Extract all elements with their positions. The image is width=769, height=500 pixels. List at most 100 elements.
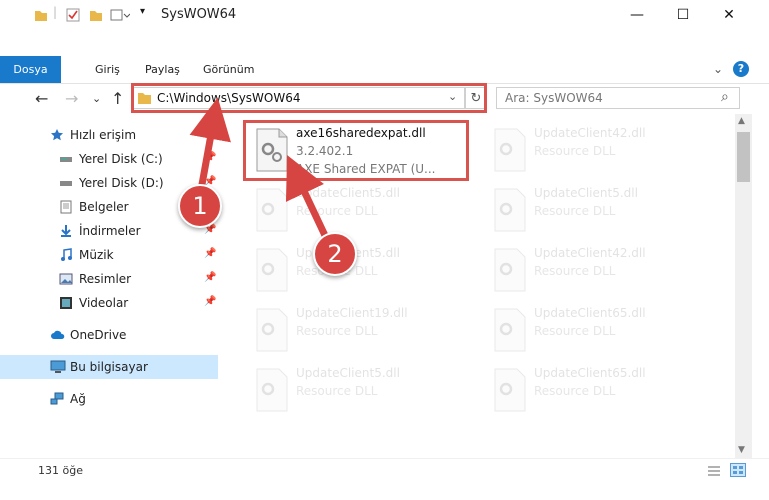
documents-icon — [60, 200, 72, 214]
network-icon — [50, 392, 64, 405]
sidebar-item-label: Yerel Disk (D:) — [79, 176, 164, 190]
file-name: UpdateClient5.dll — [534, 186, 638, 200]
file-name: UpdateClient5.dll — [296, 366, 400, 380]
file-item[interactable]: UpdateClient5.dll Resource DLL — [484, 180, 709, 238]
pin-icon[interactable]: 📌 — [204, 296, 216, 307]
sidebar-item-label: Bu bilgisayar — [70, 360, 148, 374]
file-type: Resource DLL — [296, 324, 378, 338]
forward-button[interactable]: → — [65, 89, 78, 108]
scrollbar-thumb[interactable] — [737, 132, 750, 182]
sidebar-item-this-pc[interactable]: Bu bilgisayar — [0, 355, 218, 379]
pin-icon[interactable]: 📌 — [204, 272, 216, 283]
tab-share[interactable]: Paylaş — [145, 56, 180, 83]
dll-file-icon — [256, 368, 288, 412]
cloud-icon — [51, 330, 65, 339]
window-title: SysWOW64 — [161, 7, 237, 22]
drive-icon — [60, 181, 72, 186]
downloads-icon — [61, 225, 71, 237]
file-name: UpdateClient5.dll — [296, 186, 400, 200]
ribbon-expand-icon[interactable]: ⌄ — [713, 56, 723, 83]
file-name: UpdateClient42.dll — [534, 126, 646, 140]
sidebar-item-drive-c[interactable]: Yerel Disk (C:) 📌 — [0, 147, 218, 171]
videos-icon — [60, 297, 72, 309]
dll-file-icon — [494, 308, 526, 352]
pin-icon[interactable]: 📌 — [204, 248, 216, 259]
file-type: Resource DLL — [534, 324, 616, 338]
dll-file-icon — [494, 128, 526, 172]
maximize-button[interactable]: ☐ — [660, 0, 706, 30]
title-bar: | ▾ SysWOW64 — ☐ ✕ — [0, 0, 769, 30]
dll-file-icon — [494, 368, 526, 412]
pin-icon[interactable]: 📌 — [204, 152, 216, 163]
file-type: Resource DLL — [296, 384, 378, 398]
file-type: Resource DLL — [296, 204, 378, 218]
dll-file-icon — [256, 248, 288, 292]
music-icon — [61, 248, 72, 261]
details-view-icon[interactable] — [707, 465, 721, 477]
item-count: 131 öğe — [38, 464, 83, 477]
tab-file[interactable]: Dosya — [0, 56, 61, 83]
scroll-down-icon[interactable]: ▼ — [738, 445, 745, 455]
navigation-pane: Hızlı erişim Yerel Disk (C:) 📌 Yerel Dis… — [0, 118, 220, 458]
address-highlight-box — [131, 83, 487, 113]
tiles-view-icon[interactable] — [730, 463, 746, 477]
file-item[interactable]: UpdateClient42.dll Resource DLL — [484, 120, 709, 178]
close-button[interactable]: ✕ — [706, 0, 752, 30]
file-item[interactable]: UpdateClient5.dll Resource DLL — [246, 360, 471, 418]
dll-file-icon — [494, 248, 526, 292]
help-icon[interactable]: ? — [733, 61, 749, 77]
dll-file-icon — [256, 188, 288, 232]
dll-file-icon — [494, 188, 526, 232]
vertical-scrollbar[interactable]: ▲ ▼ — [735, 114, 752, 458]
sidebar-item-network[interactable]: Ağ — [0, 387, 218, 411]
drive-icon — [60, 157, 72, 162]
star-icon — [51, 129, 63, 141]
file-highlight-box — [243, 120, 469, 181]
step-badge-1: 1 — [178, 184, 222, 228]
file-item[interactable]: UpdateClient5.dll Resource DLL — [246, 240, 471, 298]
search-icon[interactable]: ⌕ — [721, 89, 729, 105]
file-type: Resource DLL — [534, 264, 616, 278]
sidebar-item-label: Belgeler — [79, 200, 129, 214]
sidebar-item-label: Hızlı erişim — [70, 128, 137, 142]
minimize-button[interactable]: — — [614, 0, 660, 30]
dll-file-icon — [256, 308, 288, 352]
file-name: UpdateClient42.dll — [534, 246, 646, 260]
search-placeholder: Ara: SysWOW64 — [505, 91, 603, 105]
recent-locations-button[interactable]: ⌄ — [92, 92, 101, 105]
folder-icon — [35, 11, 47, 21]
tab-home[interactable]: Giriş — [95, 56, 120, 83]
file-item[interactable]: UpdateClient65.dll Resource DLL — [484, 300, 709, 358]
sidebar-item-label: OneDrive — [70, 328, 127, 342]
sidebar-item-label: İndirmeler — [79, 224, 141, 238]
properties-icon[interactable] — [66, 8, 80, 22]
file-item[interactable]: UpdateClient42.dll Resource DLL — [484, 240, 709, 298]
up-button[interactable]: ↑ — [111, 89, 124, 108]
file-type: Resource DLL — [534, 384, 616, 398]
sidebar-item-label: Müzik — [79, 248, 114, 262]
sidebar-item-label: Resimler — [79, 272, 132, 286]
scroll-up-icon[interactable]: ▲ — [738, 116, 745, 126]
sidebar-item-music[interactable]: Müzik 📌 — [0, 243, 218, 267]
file-name: UpdateClient19.dll — [296, 306, 408, 320]
tab-view[interactable]: Görünüm — [203, 56, 254, 83]
new-folder-icon[interactable] — [89, 8, 103, 22]
sidebar-item-videos[interactable]: Videolar 📌 — [0, 291, 218, 315]
computer-icon — [50, 360, 66, 373]
ribbon-tabs: Dosya Giriş Paylaş Görünüm ⌄ ? — [0, 56, 769, 83]
sidebar-item-quick-access[interactable]: Hızlı erişim — [0, 123, 218, 147]
customize-toolbar-icon[interactable] — [110, 8, 130, 22]
separator: | — [53, 5, 58, 19]
step-badge-2: 2 — [313, 232, 357, 276]
search-input[interactable]: Ara: SysWOW64 ⌕ — [496, 87, 740, 109]
file-item[interactable]: UpdateClient19.dll Resource DLL — [246, 300, 471, 358]
sidebar-item-onedrive[interactable]: OneDrive — [0, 323, 218, 347]
back-button[interactable]: ← — [35, 89, 48, 108]
file-item[interactable]: UpdateClient65.dll Resource DLL — [484, 360, 709, 418]
sidebar-item-label: Videolar — [79, 296, 129, 310]
quick-access-dropdown-icon[interactable]: ▾ — [140, 6, 145, 17]
file-item[interactable]: UpdateClient5.dll Resource DLL — [246, 180, 471, 238]
sidebar-item-pictures[interactable]: Resimler 📌 — [0, 267, 218, 291]
file-type: Resource DLL — [534, 144, 616, 158]
pictures-icon — [59, 273, 73, 285]
